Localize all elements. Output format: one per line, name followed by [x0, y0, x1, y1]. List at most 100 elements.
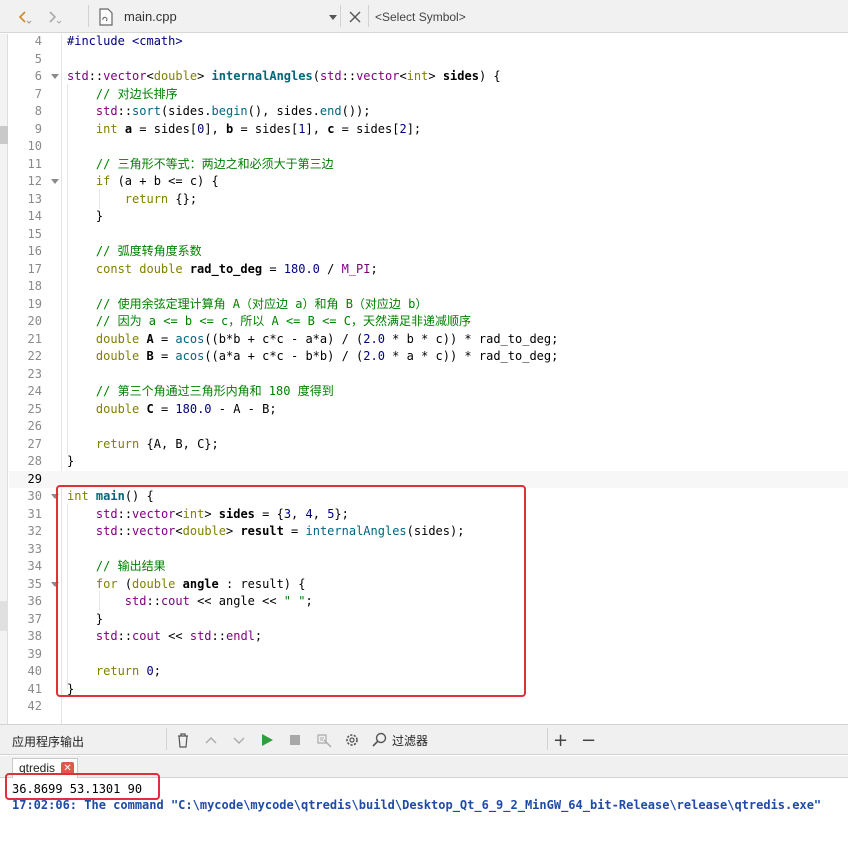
code-line[interactable]: 7 // 对边长排序	[9, 86, 848, 104]
clear-output-button[interactable]	[176, 731, 190, 749]
code-token: #include <cmath>	[67, 34, 183, 48]
code-token: <	[399, 69, 407, 83]
code-line[interactable]: 14 }	[9, 208, 848, 226]
line-number: 11	[27, 156, 42, 171]
code-line[interactable]: 4 #include <cmath>	[9, 33, 848, 51]
code-line[interactable]: 23	[9, 366, 848, 384]
run-button[interactable]	[260, 731, 274, 749]
code-line[interactable]: 20 // 因为 a <= b <= c，所以 A <= B <= C，天然满足…	[9, 313, 848, 331]
code-line[interactable]: 26	[9, 418, 848, 436]
code-line[interactable]: 21 double A = acos((b*b + c*c - a*a) / (…	[9, 331, 848, 349]
code-token: (a + b <= c) {	[110, 174, 219, 188]
stop-button[interactable]	[288, 731, 302, 749]
code-token: <	[146, 69, 154, 83]
code-line[interactable]: 28}	[9, 453, 848, 471]
code-token: 2	[399, 121, 407, 136]
code-line[interactable]: 15	[9, 226, 848, 244]
decrease-font-button[interactable]: −	[581, 730, 596, 751]
toolbar-separator	[166, 728, 167, 750]
code-line[interactable]: 6 std::vector<double> internalAngles(std:…	[9, 68, 848, 86]
previous-item-button[interactable]	[204, 731, 218, 749]
code-token: C	[139, 401, 154, 416]
code-token: sides	[442, 69, 479, 83]
code-line[interactable]: 12 if (a + b <= c) {	[9, 173, 848, 191]
indent-guide	[67, 84, 68, 454]
code-text: const double rad_to_deg = 180.0 / M_PI;	[67, 261, 378, 279]
code-token: double	[153, 69, 198, 83]
code-text: }	[67, 208, 103, 226]
file-selector[interactable]: main.cpp	[124, 0, 177, 33]
toolbar-separator	[340, 5, 341, 27]
code-token: int	[406, 69, 429, 83]
line-number: 42	[27, 699, 42, 713]
settings-button[interactable]	[344, 731, 360, 749]
code-token: * a * c)) * rad_to_deg;	[384, 349, 559, 363]
forward-button[interactable]	[44, 0, 62, 33]
code-token: internalAngles	[211, 69, 313, 83]
code-line[interactable]: 11 // 三角形不等式：两边之和必须大于第三边	[9, 156, 848, 174]
fold-marker-icon[interactable]	[51, 74, 59, 79]
next-item-button[interactable]	[232, 731, 246, 749]
code-token: 2.0	[363, 331, 385, 346]
main-function-highlight	[56, 485, 526, 697]
filter-input[interactable]: 过滤器	[392, 732, 428, 749]
code-line[interactable]: 8 std::sort(sides.begin(), sides.end());	[9, 103, 848, 121]
code-token: >	[197, 69, 212, 83]
line-number: 37	[27, 611, 42, 626]
code-token: double	[95, 331, 140, 346]
code-text: return {};	[67, 191, 197, 209]
strip-marker	[0, 126, 8, 144]
code-token: int	[95, 121, 118, 136]
settings-icon	[346, 734, 358, 746]
code-line[interactable]: 13 return {};	[9, 191, 848, 209]
file-icon-wrap	[98, 0, 114, 33]
code-line[interactable]: 24 // 第三个角通过三角形内角和 180 度得到	[9, 383, 848, 401]
code-line[interactable]: 22 double B = acos((a*a + c*c - b*b) / (…	[9, 348, 848, 366]
line-number: 39	[27, 646, 42, 661]
line-number: 7	[34, 86, 42, 101]
line-number: 34	[27, 559, 42, 573]
code-token: return	[124, 191, 169, 206]
code-line[interactable]: 16 // 弧度转角度系数	[9, 243, 848, 261]
code-text: double C = 180.0 - A - B;	[67, 401, 277, 419]
strip-marker	[0, 601, 8, 631]
code-token: =	[262, 261, 284, 276]
fold-marker-icon[interactable]	[51, 179, 59, 184]
code-token: ::	[341, 69, 357, 83]
code-line[interactable]: 27 return {A, B, C};	[9, 436, 848, 454]
line-number: 13	[27, 191, 42, 206]
code-line[interactable]: 19 // 使用余弦定理计算角 A（对应边 a）和角 B（对应边 b）	[9, 296, 848, 314]
chevron-left-icon	[18, 10, 32, 24]
code-line[interactable]: 9 int a = sides[0], b = sides[1], c = si…	[9, 121, 848, 139]
code-line[interactable]: 25 double C = 180.0 - A - B;	[9, 401, 848, 419]
code-line[interactable]: 10	[9, 138, 848, 156]
code-token: vector	[103, 69, 147, 83]
code-token: acos	[175, 331, 205, 346]
code-token: = sides[	[132, 121, 198, 136]
close-file-button[interactable]	[348, 0, 362, 33]
code-token: ::	[117, 104, 133, 118]
code-text: #include <cmath>	[67, 33, 183, 51]
symbol-selector[interactable]: <Select Symbol>	[375, 0, 466, 33]
code-token: ((a*a + c*c - b*b) / (	[204, 349, 364, 363]
debug-button[interactable]	[316, 731, 332, 749]
stop-icon	[290, 735, 300, 745]
code-text: std::sort(sides.begin(), sides.end());	[67, 103, 371, 121]
code-token: /	[319, 261, 342, 276]
output-pane-title: 应用程序输出	[12, 735, 85, 749]
increase-font-button[interactable]: +	[553, 730, 568, 751]
code-line[interactable]: 17 const double rad_to_deg = 180.0 / M_P…	[9, 261, 848, 279]
file-dropdown-arrow[interactable]	[328, 0, 338, 33]
code-line[interactable]: 42	[9, 698, 848, 716]
code-line[interactable]: 18	[9, 278, 848, 296]
line-number: 32	[27, 524, 42, 538]
code-text: std::vector<double> internalAngles(std::…	[67, 68, 501, 86]
code-line[interactable]: 5	[9, 51, 848, 69]
line-number: 20	[27, 314, 42, 328]
back-button[interactable]	[14, 0, 32, 33]
code-token: (), sides.	[247, 104, 320, 118]
